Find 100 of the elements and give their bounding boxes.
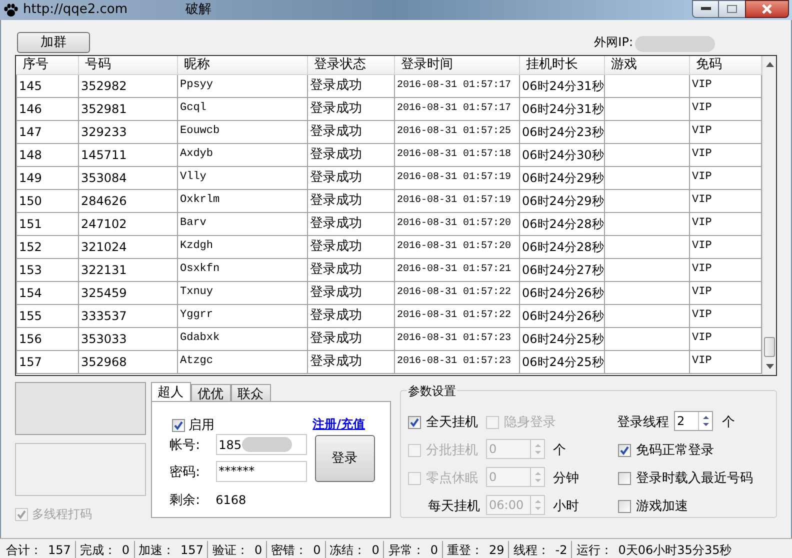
blurred-value <box>242 437 292 452</box>
account-field[interactable]: 185 <box>216 434 307 455</box>
table-cell: 247102 <box>78 212 178 235</box>
table-cell: 06时24分26秒 <box>520 304 604 327</box>
scrollbar[interactable] <box>762 56 776 375</box>
table-cell: Txnuy <box>178 281 308 304</box>
minimize-icon <box>700 7 710 11</box>
table-cell: 登录成功 <box>308 74 394 97</box>
status-label: 合计： <box>6 542 42 558</box>
status-label: 异常： <box>388 542 424 558</box>
register-link[interactable]: 注册/充值 <box>312 415 366 433</box>
table-cell: 147 <box>16 120 78 143</box>
column-header[interactable]: 登录时间 <box>394 56 520 74</box>
unit-label: 分钟 <box>553 470 580 488</box>
checkbox-label: 启用 <box>188 417 215 435</box>
remaining-value: 6168 <box>216 492 246 509</box>
column-header[interactable]: 号码 <box>78 56 178 74</box>
checkbox-label: 登录时载入最近号码 <box>636 470 754 488</box>
table-cell: 284626 <box>78 189 178 212</box>
checkbox[interactable] <box>172 419 185 432</box>
remaining-label: 剩余: <box>170 492 200 510</box>
checkbox[interactable] <box>408 416 422 430</box>
checkbox-label: 零点休眠 <box>426 470 478 488</box>
column-header[interactable]: 昵称 <box>178 56 308 74</box>
status-label: 重登： <box>447 542 484 558</box>
close-button[interactable] <box>745 0 789 18</box>
checkbox-label: 全天挂机 <box>426 414 478 432</box>
status-value: 29 <box>489 542 504 558</box>
tab[interactable]: 超人 <box>150 382 191 401</box>
table-cell: 06时24分26秒 <box>520 281 604 304</box>
password-label: 密码: <box>170 464 200 482</box>
spin-field[interactable]: 2 <box>674 411 714 431</box>
login-button[interactable]: 登录 <box>314 435 375 482</box>
table-cell: 2016-08-31 01:57:23 <box>394 327 520 350</box>
scroll-thumb[interactable] <box>764 337 775 357</box>
daily-label: 每天挂机 <box>428 498 480 516</box>
unit-label: 个 <box>553 442 566 460</box>
paw-icon <box>3 3 19 17</box>
checkbox-label: 多线程打码 <box>32 506 92 523</box>
table-cell: 152 <box>16 235 78 258</box>
status-value: 0 <box>254 542 262 558</box>
maximize-button[interactable] <box>719 0 745 18</box>
table-cell: 2016-08-31 01:57:23 <box>394 350 520 373</box>
table-cell: 148 <box>16 143 78 166</box>
table-cell: Atzgc <box>178 350 308 373</box>
scroll-down-icon[interactable] <box>766 364 774 369</box>
table-cell: 2016-08-31 01:57:19 <box>394 189 520 212</box>
table-cell: 06时24分31秒 <box>520 97 604 120</box>
account-label: 帐号: <box>170 437 200 455</box>
status-label: 验证： <box>212 542 248 558</box>
checkbox[interactable] <box>618 472 632 486</box>
table-cell: Oxkrlm <box>178 189 308 212</box>
minimize-button[interactable] <box>692 0 719 18</box>
status-value: 157 <box>48 542 71 558</box>
column-header[interactable]: 免码 <box>690 56 762 74</box>
status-value: 0 <box>313 542 321 558</box>
status-label: 线程： <box>513 542 550 558</box>
column-header[interactable]: 挂机时长 <box>520 56 604 74</box>
table-cell: 352981 <box>78 97 178 120</box>
column-header[interactable]: 登录状态 <box>308 56 394 74</box>
table-cell: 352968 <box>78 350 178 373</box>
status-value: 0 <box>122 542 130 558</box>
tab[interactable]: 优优 <box>190 384 231 401</box>
table-cell: 145 <box>16 74 78 97</box>
add-group-button[interactable]: 加群 <box>17 32 90 53</box>
column-header[interactable]: 游戏 <box>604 56 690 74</box>
table-cell: 145711 <box>78 143 178 166</box>
table-cell: Eouwcb <box>178 120 308 143</box>
password-field[interactable]: ****** <box>216 461 307 482</box>
status-value: 157 <box>180 542 204 558</box>
scroll-up-icon[interactable] <box>766 62 774 67</box>
table-cell: 333537 <box>78 304 178 327</box>
table-cell: Yggrr <box>178 304 308 327</box>
table-cell: Ppsyy <box>178 74 308 97</box>
table-cell: 登录成功 <box>308 120 394 143</box>
table-cell: 06时24分28秒 <box>520 235 604 258</box>
table-cell: 2016-08-31 01:57:25 <box>394 120 520 143</box>
table-cell: 2016-08-31 01:57:20 <box>394 212 520 235</box>
table-cell: 352982 <box>78 74 178 97</box>
table-cell: Axdyb <box>178 143 308 166</box>
table-cell: 登录成功 <box>308 258 394 281</box>
status-label: 加速： <box>138 542 175 558</box>
column-header[interactable]: 序号 <box>16 56 78 74</box>
table-cell: Barv <box>178 212 308 235</box>
table-cell: 06时24分31秒 <box>520 74 604 97</box>
table-cell: 151 <box>16 212 78 235</box>
table-cell: 2016-08-31 01:57:22 <box>394 281 520 304</box>
table-cell: Gdabxk <box>178 327 308 350</box>
table-cell: 353033 <box>78 327 178 350</box>
table-cell: 登录成功 <box>308 235 394 258</box>
table-cell: 06时24分27秒 <box>520 258 604 281</box>
checkbox[interactable] <box>618 500 632 514</box>
table-cell: 2016-08-31 01:57:18 <box>394 143 520 166</box>
table-cell: 146 <box>16 97 78 120</box>
tab[interactable]: 联众 <box>230 384 271 401</box>
table-cell: 登录成功 <box>308 212 394 235</box>
status-label: 运行： <box>576 542 612 558</box>
table-cell: 06时24分25秒 <box>520 350 604 373</box>
checkbox[interactable] <box>618 444 632 458</box>
table-cell: 登录成功 <box>308 281 394 304</box>
